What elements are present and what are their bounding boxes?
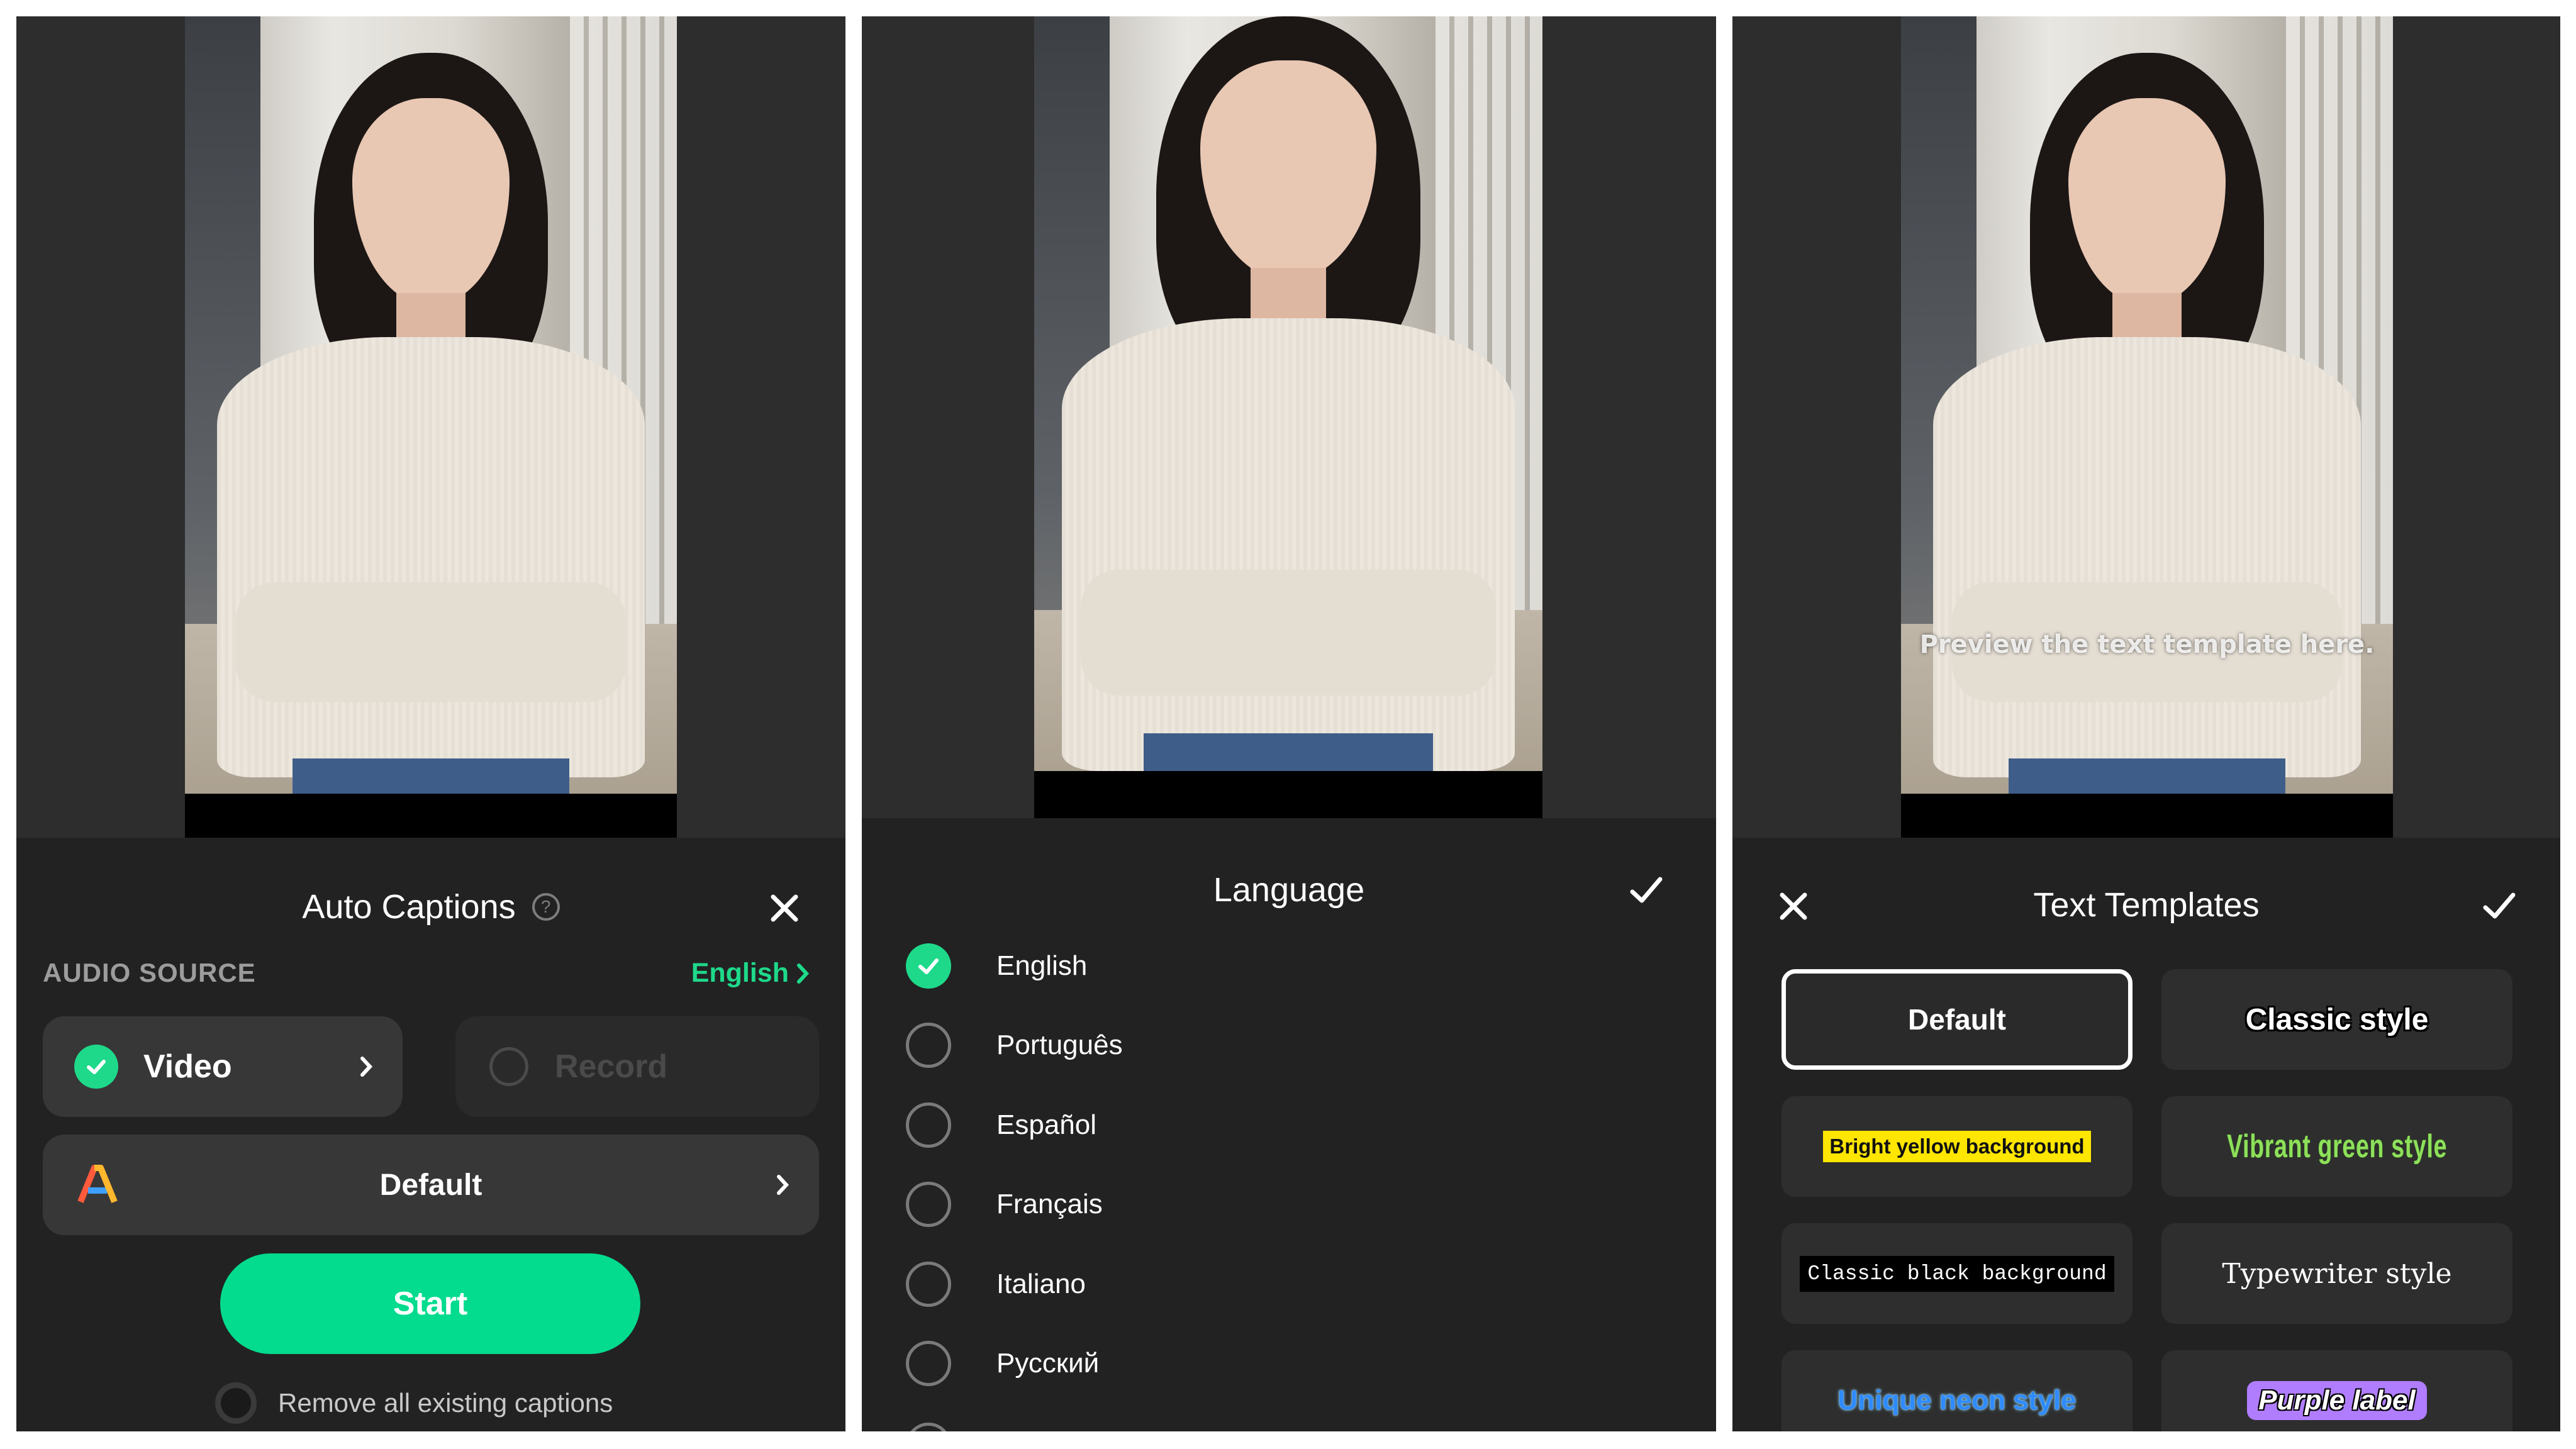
language-title: Language — [1213, 871, 1365, 909]
video-frame — [1034, 16, 1542, 818]
check-icon — [906, 943, 951, 989]
auto-captions-panel: Auto Captions ? AUDIO SOURCE English Vid… — [16, 16, 845, 1431]
language-link-label: English — [691, 958, 789, 988]
text-templates-panel: Preview the text template here. Text Tem… — [1732, 16, 2560, 1431]
language-label: Português — [996, 1030, 1123, 1060]
auto-captions-title: Auto Captions — [302, 888, 516, 926]
template-default[interactable]: Default — [1781, 969, 2133, 1070]
template-label: Classic style — [2245, 1002, 2429, 1036]
template-label: Default — [1908, 1003, 2006, 1036]
remove-captions-option[interactable]: Remove all existing captions — [215, 1382, 613, 1424]
language-option-portugues[interactable]: Português — [906, 1023, 1123, 1068]
language-label: Italiano — [996, 1269, 1086, 1299]
video-preview-area — [16, 16, 845, 838]
person-sweater — [217, 337, 645, 777]
template-typewriter[interactable]: Typewriter style — [2161, 1223, 2512, 1324]
template-preview-text: Preview the text template here. — [1919, 630, 2375, 659]
template-label: Bright yellow background — [1823, 1131, 2091, 1162]
source-record-label: Record — [555, 1048, 668, 1085]
help-icon[interactable]: ? — [532, 893, 560, 921]
video-preview-area — [862, 16, 1716, 818]
template-purple-label[interactable]: Purple label — [2161, 1350, 2512, 1431]
language-selector-link[interactable]: English — [691, 958, 810, 989]
caption-style-label: Default — [379, 1168, 482, 1202]
video-frame: Preview the text template here. — [1901, 16, 2393, 838]
radio-empty-icon — [906, 1341, 951, 1386]
language-option-english[interactable]: English — [906, 943, 1087, 989]
language-label: Español — [996, 1109, 1097, 1140]
sheet-title: Auto Captions ? — [16, 887, 845, 926]
chevron-right-icon — [797, 963, 810, 984]
video-preview-area: Preview the text template here. — [1732, 16, 2560, 838]
language-label: Русский — [996, 1348, 1100, 1379]
remove-captions-label: Remove all existing captions — [278, 1388, 613, 1418]
language-option-italiano[interactable]: Italiano — [906, 1262, 1086, 1307]
template-classic-black[interactable]: Classic black background — [1781, 1223, 2133, 1324]
language-option-russian[interactable]: Русский — [906, 1341, 1099, 1386]
radio-empty-icon — [906, 1182, 951, 1227]
template-label: Purple label — [2247, 1381, 2427, 1420]
source-video-option[interactable]: Video — [43, 1016, 403, 1117]
radio-empty-icon — [906, 1023, 951, 1068]
template-unique-neon[interactable]: Unique neon style — [1781, 1350, 2133, 1431]
template-label: Classic black background — [1800, 1255, 2114, 1292]
language-option-espanol[interactable]: Español — [906, 1102, 1096, 1148]
template-classic-style[interactable]: Classic style — [2161, 969, 2512, 1070]
radio-empty-icon[interactable] — [906, 1423, 951, 1431]
source-video-label: Video — [143, 1048, 232, 1085]
radio-empty-icon — [906, 1102, 951, 1148]
video-frame — [185, 16, 677, 838]
template-vibrant-green[interactable]: Vibrant green style — [2161, 1096, 2512, 1197]
close-icon[interactable] — [762, 886, 806, 930]
language-label: Français — [996, 1189, 1103, 1219]
template-label: Vibrant green style — [2226, 1128, 2448, 1165]
audio-source-label: AUDIO SOURCE — [43, 958, 256, 987]
person-sweater — [1062, 318, 1515, 771]
caption-style-row[interactable]: Default — [43, 1135, 819, 1235]
start-button[interactable]: Start — [220, 1253, 640, 1354]
language-panel: Language English Português Español Franç… — [862, 16, 1716, 1431]
template-bright-yellow[interactable]: Bright yellow background — [1781, 1096, 2133, 1197]
person-sweater — [1933, 337, 2361, 777]
radio-empty-icon — [489, 1047, 528, 1086]
chevron-right-icon — [360, 1057, 373, 1077]
confirm-check-icon[interactable] — [1624, 869, 1668, 913]
radio-empty-icon — [906, 1262, 951, 1307]
template-label: Typewriter style — [2222, 1257, 2452, 1290]
radio-empty-icon[interactable] — [215, 1382, 257, 1424]
text-templates-title: Text Templates — [2033, 886, 2260, 924]
check-icon — [74, 1045, 118, 1089]
confirm-check-icon[interactable] — [2477, 884, 2521, 928]
template-label: Unique neon style — [1837, 1385, 2077, 1416]
source-record-option[interactable]: Record — [455, 1016, 819, 1117]
language-label: English — [996, 950, 1088, 981]
language-option-francais[interactable]: Français — [906, 1182, 1103, 1227]
